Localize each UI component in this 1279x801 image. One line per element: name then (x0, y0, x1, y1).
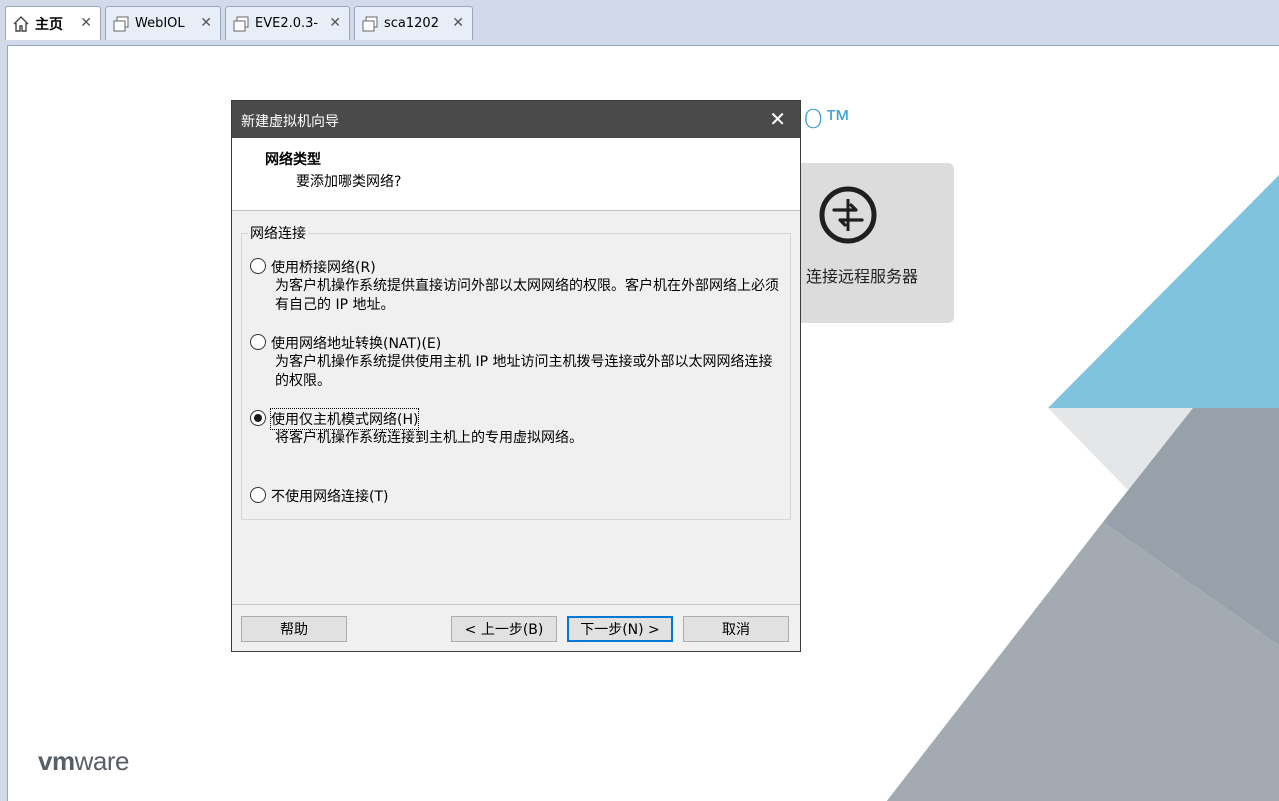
tab-label: WebIOL (135, 16, 185, 31)
new-vm-wizard-dialog: 新建虚拟机向导 ✕ 网络类型 要添加哪类网络? 网络连接 使用桥接网络(R) 为… (231, 100, 801, 652)
step-title: 网络类型 (265, 152, 321, 168)
vm-icon (112, 15, 130, 33)
tab-bar: 主页 ✕ WebIOL ✕ EVE2.0.3- ✕ sca1202 ✕ (0, 0, 1279, 41)
option-label[interactable]: 不使用网络连接(T) (271, 486, 388, 506)
tab-label: 主页 (35, 17, 63, 33)
close-icon[interactable]: ✕ (329, 15, 341, 31)
footer-divider (232, 604, 800, 605)
remote-connect-icon (818, 185, 878, 249)
dialog-header: 网络类型 要添加哪类网络? (232, 138, 800, 211)
radio-button-checked[interactable] (250, 410, 266, 426)
tab-home[interactable]: 主页 ✕ (5, 6, 101, 41)
help-button[interactable]: 帮助 (241, 616, 347, 642)
tab-sca1202[interactable]: sca1202 ✕ (354, 6, 473, 40)
radio-button[interactable] (250, 487, 266, 503)
vm-icon (232, 15, 250, 33)
option-label[interactable]: 使用仅主机模式网络(H) (269, 408, 420, 430)
dialog-title: 新建虚拟机向导 (241, 114, 339, 130)
next-button[interactable]: 下一步(N) > (567, 616, 673, 642)
option-label[interactable]: 使用网络地址转换(NAT)(E) (271, 333, 441, 353)
tab-label: sca1202 (384, 16, 439, 31)
back-button[interactable]: < 上一步(B) (451, 616, 557, 642)
option-label[interactable]: 使用桥接网络(R) (271, 257, 376, 277)
step-subtitle: 要添加哪类网络? (296, 174, 402, 190)
close-icon[interactable]: ✕ (200, 15, 212, 31)
radio-button[interactable] (250, 258, 266, 274)
tab-label: EVE2.0.3- (255, 16, 319, 31)
option-description: 为客户机操作系统提供使用主机 IP 地址访问主机拨号连接或外部以太网网络连接的权… (275, 354, 773, 389)
vm-icon (361, 15, 379, 33)
product-logo-mark: O™ (803, 105, 852, 135)
close-icon[interactable]: ✕ (769, 107, 786, 131)
close-icon[interactable]: ✕ (80, 15, 92, 31)
option-description: 为客户机操作系统提供直接访问外部以太网网络的权限。客户机在外部网络上必须有自己的… (275, 278, 779, 313)
home-icon (12, 15, 30, 33)
tab-eve[interactable]: EVE2.0.3- ✕ (225, 6, 350, 40)
group-label: 网络连接 (248, 223, 308, 243)
cancel-button[interactable]: 取消 (683, 616, 789, 642)
tab-webiol[interactable]: WebIOL ✕ (105, 6, 221, 40)
connect-remote-server-card[interactable]: 连接远程服务器 (778, 163, 954, 323)
close-icon[interactable]: ✕ (452, 15, 464, 31)
dialog-titlebar[interactable]: 新建虚拟机向导 ✕ (232, 101, 800, 138)
option-description: 将客户机操作系统连接到主机上的专用虚拟网络。 (275, 430, 583, 446)
radio-button[interactable] (250, 334, 266, 350)
vmware-logo: vmware (38, 746, 129, 776)
